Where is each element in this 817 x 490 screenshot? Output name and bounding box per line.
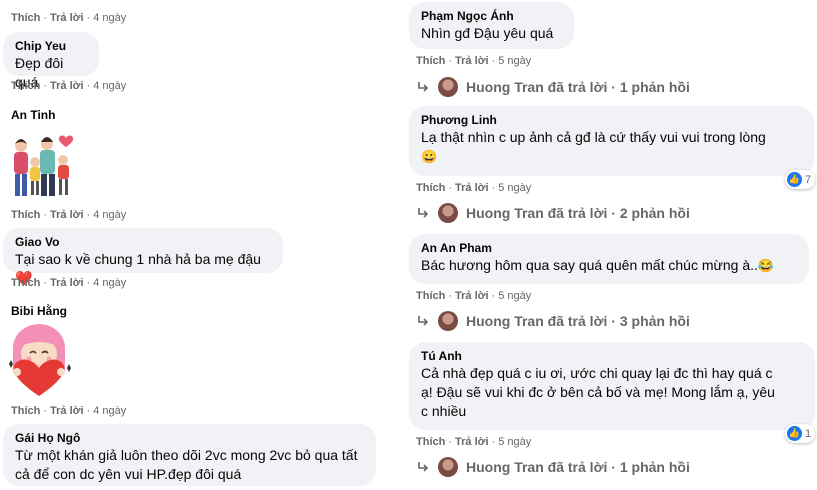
- reply-link[interactable]: Trả lời: [455, 436, 489, 448]
- like-link[interactable]: Thích: [416, 290, 445, 302]
- comment-actions: Thích · Trả lời · 4 ngày: [11, 277, 127, 289]
- view-replies-link[interactable]: Huong Tran đã trả lời · 1 phản hồi: [416, 456, 690, 478]
- timestamp: 5 ngày: [498, 55, 532, 67]
- comment-bubble[interactable]: Tú Anh Cả nhà đẹp quá c iu ơi, ước chi q…: [409, 342, 815, 430]
- reaction-count: 7: [805, 173, 812, 186]
- timestamp: 5 ngày: [498, 182, 532, 194]
- view-replies-link[interactable]: Huong Tran đã trả lời · 3 phản hồi: [416, 310, 690, 332]
- avatar: [438, 203, 458, 223]
- comment-text: Bác hương hôm qua say quá quên mất chúc …: [421, 257, 775, 273]
- reply-link[interactable]: Trả lời: [50, 277, 84, 289]
- like-link[interactable]: Thích: [11, 80, 40, 92]
- like-link[interactable]: Thích: [11, 12, 40, 24]
- avatar: [438, 457, 458, 477]
- grin-emoji: 😀: [421, 149, 438, 164]
- thumbs-up-icon: 👍: [787, 172, 802, 187]
- timestamp: 5 ngày: [498, 436, 532, 448]
- avatar: [438, 311, 458, 331]
- commenter-name[interactable]: Phạm Ngọc Ánh: [421, 9, 562, 24]
- comment-text: c nhiều: [421, 403, 467, 419]
- reply-link[interactable]: Trả lời: [455, 55, 489, 67]
- reply-arrow-icon: [418, 82, 429, 92]
- commenter-name[interactable]: Tú Anh: [421, 349, 803, 364]
- comment-bubble[interactable]: Chip Yeu Đẹp đôi quá: [3, 32, 99, 90]
- reply-link[interactable]: Trả lời: [50, 405, 84, 417]
- comment-bubble[interactable]: Phương Linh Lạ thật nhìn c up ảnh cả gđ …: [409, 106, 814, 176]
- avatar: [438, 77, 458, 97]
- reply-summary: Huong Tran đã trả lời · 1 phản hồi: [466, 459, 690, 475]
- timestamp: 4 ngày: [93, 12, 127, 24]
- comment-actions: Thích · Trả lời · 5 ngày: [416, 55, 532, 67]
- comment-bubble[interactable]: Giao Vo Tại sao k về chung 1 nhà hả ba m…: [3, 228, 283, 286]
- comment-text: Cả nhà đẹp quá c iu ơi, ước chi quay lại…: [421, 365, 773, 381]
- reaction-count: 1: [805, 427, 812, 440]
- timestamp: 4 ngày: [93, 209, 127, 221]
- reply-arrow-icon: [418, 208, 429, 218]
- reaction-badge[interactable]: 👍 7: [785, 170, 816, 189]
- laugh-emoji: 😂: [757, 258, 775, 273]
- thumbs-up-icon: 👍: [787, 426, 802, 441]
- commenter-name[interactable]: Gái Họ Ngô: [15, 431, 364, 446]
- reply-summary: Huong Tran đã trả lời · 3 phản hồi: [466, 313, 690, 329]
- like-link[interactable]: Thích: [11, 277, 40, 289]
- like-link[interactable]: Thích: [11, 209, 40, 221]
- commenter-name[interactable]: An An Pham: [421, 241, 797, 256]
- commenter-name[interactable]: Phương Linh: [421, 113, 802, 128]
- reply-link[interactable]: Trả lời: [455, 290, 489, 302]
- commenter-name[interactable]: An Tinh: [11, 108, 55, 122]
- comment-text: ạ! Đậu sẽ vui khi đc ở bên cả bố và mẹ! …: [421, 384, 775, 400]
- reply-arrow-icon: [418, 462, 429, 472]
- like-link[interactable]: Thích: [416, 182, 445, 194]
- like-link[interactable]: Thích: [416, 55, 445, 67]
- heart-girl-sticker: [9, 324, 71, 396]
- reaction-badge[interactable]: 👍 1: [785, 424, 816, 443]
- comment-bubble[interactable]: Gái Họ Ngô Từ một khán giả luôn theo dõi…: [3, 424, 376, 486]
- reply-link[interactable]: Trả lời: [50, 209, 84, 221]
- view-replies-link[interactable]: Huong Tran đã trả lời · 2 phản hồi: [416, 202, 690, 224]
- comment-text: Từ một khán giả luôn theo dõi 2vc mong 2…: [15, 447, 358, 463]
- comment-bubble[interactable]: Phạm Ngọc Ánh Nhìn gđ Đậu yêu quá: [409, 2, 574, 49]
- reply-summary: Huong Tran đã trả lời · 1 phản hồi: [466, 79, 690, 95]
- comment-actions: Thích · Trả lời · 5 ngày: [416, 182, 532, 194]
- timestamp: 4 ngày: [93, 277, 127, 289]
- reply-summary: Huong Tran đã trả lời · 2 phản hồi: [466, 205, 690, 221]
- comment-text: cả để con dc yên vui HP.đẹp đôi quá: [15, 466, 242, 482]
- reply-link[interactable]: Trả lời: [50, 12, 84, 24]
- comment-actions: Thích · Trả lời · 5 ngày: [416, 290, 532, 302]
- comment-actions: Thích · Trả lời · 4 ngày: [11, 12, 127, 24]
- commenter-name[interactable]: Bibi Hằng: [11, 304, 67, 318]
- comment-text: Nhìn gđ Đậu yêu quá: [421, 25, 554, 41]
- reply-link[interactable]: Trả lời: [50, 80, 84, 92]
- commenter-name[interactable]: Giao Vo: [15, 235, 271, 250]
- comment-text: Lạ thật nhìn c up ảnh cả gđ là cứ thấy v…: [421, 129, 766, 145]
- comment-bubble[interactable]: An An Pham Bác hương hôm qua say quá quê…: [409, 234, 809, 284]
- family-sticker: [14, 135, 74, 196]
- comment-actions: Thích · Trả lời · 5 ngày: [416, 436, 532, 448]
- comment-actions: Thích · Trả lời · 4 ngày: [11, 80, 127, 92]
- comment-actions: Thích · Trả lời · 4 ngày: [11, 405, 127, 417]
- view-replies-link[interactable]: Huong Tran đã trả lời · 1 phản hồi: [416, 76, 690, 98]
- timestamp: 5 ngày: [498, 290, 532, 302]
- like-link[interactable]: Thích: [416, 436, 445, 448]
- timestamp: 4 ngày: [93, 405, 127, 417]
- comment-actions: Thích · Trả lời · 4 ngày: [11, 209, 127, 221]
- reply-arrow-icon: [418, 316, 429, 326]
- reply-link[interactable]: Trả lời: [455, 182, 489, 194]
- like-link[interactable]: Thích: [11, 405, 40, 417]
- commenter-name[interactable]: Chip Yeu: [15, 39, 87, 54]
- timestamp: 4 ngày: [93, 80, 127, 92]
